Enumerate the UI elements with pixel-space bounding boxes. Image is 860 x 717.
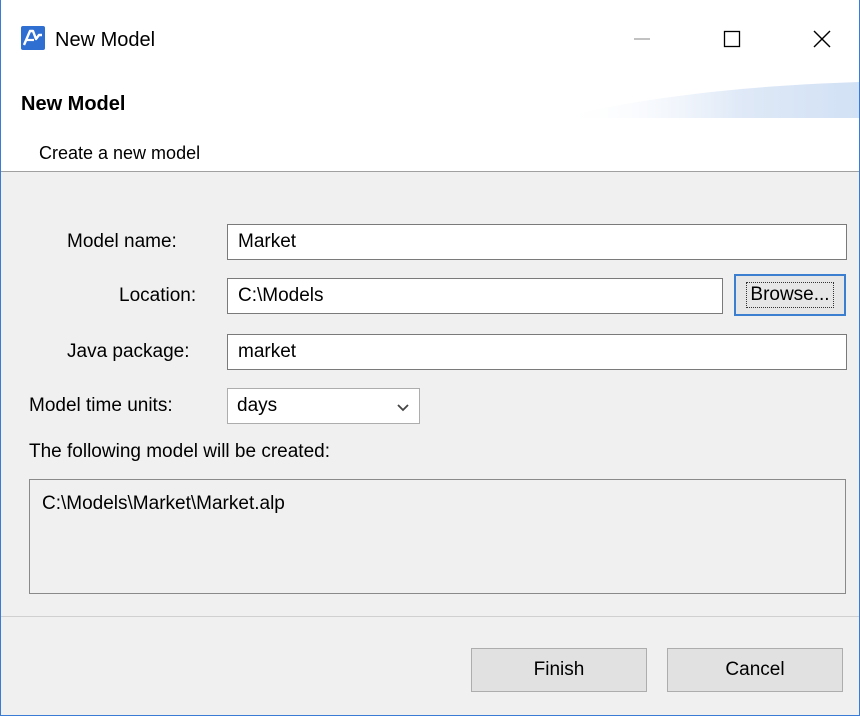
banner-decoration xyxy=(559,82,859,118)
window-title: New Model xyxy=(55,29,156,51)
time-units-value: days xyxy=(237,395,278,416)
preview-box: C:\Models\Market\Market.alp xyxy=(29,479,846,594)
browse-button[interactable]: Browse... xyxy=(734,274,846,316)
model-name-input[interactable] xyxy=(227,224,847,260)
cancel-button[interactable]: Cancel xyxy=(667,648,843,692)
time-units-select[interactable]: days xyxy=(227,388,420,424)
title-bar[interactable]: New Model xyxy=(1,0,859,78)
browse-button-label: Browse... xyxy=(746,282,834,308)
java-package-input[interactable] xyxy=(227,334,847,370)
form-panel: Model name: Location: Browse... Java pac… xyxy=(1,172,859,715)
close-icon xyxy=(813,30,831,48)
footer-divider xyxy=(1,616,859,617)
preview-label: The following model will be created: xyxy=(29,441,330,462)
wizard-banner: New Model Create a new model xyxy=(1,78,859,170)
new-model-dialog: New Model New Model Create a new model M… xyxy=(0,0,860,716)
minimize-icon xyxy=(634,38,650,40)
location-input[interactable] xyxy=(227,278,723,314)
preview-path: C:\Models\Market\Market.alp xyxy=(42,493,285,514)
java-package-label: Java package: xyxy=(67,341,190,362)
banner-description: Create a new model xyxy=(39,143,201,163)
maximize-button[interactable] xyxy=(705,18,759,60)
close-button[interactable] xyxy=(795,18,849,60)
maximize-icon xyxy=(723,30,741,48)
time-units-label: Model time units: xyxy=(29,395,173,416)
location-label: Location: xyxy=(119,285,197,306)
banner-title: New Model xyxy=(21,93,126,115)
model-name-label: Model name: xyxy=(67,231,177,252)
chevron-down-icon[interactable] xyxy=(395,399,411,415)
finish-button[interactable]: Finish xyxy=(471,648,647,692)
anylogic-logo-icon xyxy=(21,26,45,50)
minimize-button[interactable] xyxy=(615,18,669,60)
